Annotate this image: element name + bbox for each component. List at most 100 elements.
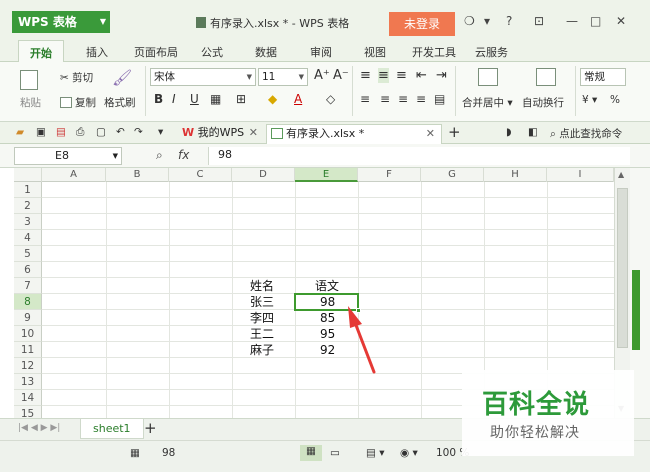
fill-handle[interactable]	[356, 308, 361, 313]
italic-button[interactable]: I	[172, 92, 176, 106]
row-header[interactable]: 3	[14, 214, 42, 230]
column-header[interactable]: A	[42, 168, 106, 182]
tab-insert[interactable]: 插入	[86, 44, 108, 60]
login-button[interactable]: 未登录	[389, 12, 455, 36]
cell-E9[interactable]: 85	[320, 310, 335, 326]
wrap-text-icon[interactable]	[536, 68, 559, 87]
row-header[interactable]: 10	[14, 326, 42, 342]
tab-page-layout[interactable]: 页面布局	[134, 44, 178, 60]
tab-cloud[interactable]: 云服务	[475, 44, 508, 60]
cell-D10[interactable]: 王二	[250, 326, 274, 342]
reading-mode-icon[interactable]: ◉ ▾	[400, 447, 418, 459]
align-middle-icon[interactable]: ≡	[378, 68, 389, 83]
sync-icon[interactable]: ◗	[506, 126, 512, 138]
command-search[interactable]: ⌕ 点此查找命令	[550, 126, 622, 141]
justify-icon[interactable]: ≡	[416, 92, 426, 106]
column-header[interactable]: F	[358, 168, 421, 182]
font-name-select[interactable]: 宋体 ▼	[150, 68, 256, 86]
customize-icon[interactable]: ▾	[158, 126, 163, 138]
align-bottom-icon[interactable]: ≡	[396, 68, 407, 83]
sheet-nav-icons[interactable]: |◀ ◀ ▶ ▶|	[18, 423, 60, 433]
cell-D11[interactable]: 麻子	[250, 342, 274, 358]
column-header[interactable]: G	[421, 168, 484, 182]
row-header[interactable]: 13	[14, 374, 42, 390]
column-header[interactable]: I	[547, 168, 614, 182]
preview-icon[interactable]: ▢	[96, 126, 106, 138]
shirt-icon[interactable]: ▾	[484, 14, 490, 28]
cell-E10[interactable]: 95	[320, 326, 335, 342]
bold-button[interactable]: B	[154, 92, 163, 106]
skin-icon[interactable]: ❍	[464, 14, 475, 28]
pdf-icon[interactable]: ▤	[56, 126, 66, 138]
format-painter-button[interactable]: 格式刷	[104, 95, 136, 110]
maximize-button[interactable]: □	[590, 14, 601, 28]
column-header[interactable]: H	[484, 168, 547, 182]
row-header[interactable]: 5	[14, 246, 42, 262]
fx-icon[interactable]: fx	[178, 148, 189, 162]
clear-format-icon[interactable]: ◇	[326, 92, 335, 106]
merge-center-icon[interactable]	[478, 68, 501, 87]
cell-D7[interactable]: 姓名	[250, 278, 274, 294]
tab-document[interactable]: 有序录入.xlsx * ✕	[266, 124, 442, 144]
sheet-tab[interactable]: sheet1	[80, 419, 144, 439]
scroll-thumb[interactable]	[617, 188, 628, 348]
row-header[interactable]: 14	[14, 390, 42, 406]
zoom-search-icon[interactable]: ⌕	[156, 148, 163, 163]
decrease-font-icon[interactable]: A⁻	[333, 68, 349, 83]
row-header[interactable]: 1	[14, 182, 42, 198]
close-icon[interactable]: ✕	[426, 125, 435, 143]
close-icon[interactable]: ✕	[249, 124, 258, 142]
cell-E11[interactable]: 92	[320, 342, 335, 358]
align-right-icon[interactable]: ≡	[398, 92, 408, 106]
tab-my-wps[interactable]: W 我的WPS ✕	[178, 124, 262, 144]
close-button[interactable]: ✕	[616, 14, 626, 28]
align-center-icon[interactable]: ≡	[380, 92, 390, 106]
select-all-corner[interactable]	[14, 168, 42, 182]
normal-view-icon[interactable]: ▦	[300, 445, 322, 461]
align-left-icon[interactable]: ≡	[360, 92, 370, 106]
cell-border-icon[interactable]: ⊞	[236, 92, 246, 106]
column-header[interactable]: C	[169, 168, 232, 182]
merge-center-button[interactable]: 合并居中 ▾	[462, 95, 513, 110]
collapse-icon[interactable]: ◧	[528, 126, 538, 138]
open-folder-icon[interactable]: ▰	[16, 126, 24, 138]
cell-D8[interactable]: 张三	[250, 294, 274, 310]
tab-data[interactable]: 数据	[255, 44, 277, 60]
copy-button[interactable]: 复制	[60, 95, 96, 110]
side-panel-toggle[interactable]	[632, 270, 640, 350]
minimize-button[interactable]: —	[566, 14, 578, 28]
new-tab-icon[interactable]: +	[448, 123, 461, 141]
tab-view[interactable]: 视图	[364, 44, 386, 60]
print-icon[interactable]: ⎙	[76, 126, 84, 139]
font-color-icon[interactable]: A	[294, 92, 302, 106]
active-cell-selection[interactable]	[294, 293, 361, 313]
restore-ribbon-icon[interactable]: ⊡	[534, 14, 544, 28]
fill-color-icon[interactable]: ◆	[268, 92, 277, 106]
column-header[interactable]: E	[295, 168, 358, 182]
percent-button[interactable]: %	[610, 94, 620, 106]
cut-button[interactable]: ✂ 剪切	[60, 70, 93, 85]
row-header[interactable]: 9	[14, 310, 42, 326]
add-sheet-icon[interactable]: +	[144, 419, 157, 437]
formula-input[interactable]: 98	[208, 147, 630, 165]
help-icon[interactable]: ?	[506, 14, 512, 28]
currency-icon[interactable]: ¥ ▾	[582, 94, 597, 106]
outdent-icon[interactable]: ⇥	[436, 68, 447, 83]
tab-developer[interactable]: 开发工具	[412, 44, 456, 60]
name-box[interactable]: E8 ▼	[14, 147, 122, 165]
font-size-select[interactable]: 11 ▼	[258, 68, 308, 86]
scroll-up-icon[interactable]: ▲	[618, 170, 624, 179]
increase-font-icon[interactable]: A⁺	[314, 68, 330, 83]
tab-formulas[interactable]: 公式	[201, 44, 223, 60]
cell-E7[interactable]: 语文	[315, 278, 339, 294]
borders-icon[interactable]: ▦	[210, 92, 221, 106]
page-break-icon[interactable]: ▤ ▾	[366, 447, 385, 459]
row-header[interactable]: 4	[14, 230, 42, 246]
redo-icon[interactable]: ↷	[134, 126, 143, 138]
row-header[interactable]: 8	[14, 294, 42, 310]
number-format-select[interactable]: 常规	[580, 68, 626, 86]
tab-home[interactable]: 开始	[18, 40, 64, 63]
row-header[interactable]: 15	[14, 406, 42, 418]
align-top-icon[interactable]: ≡	[360, 68, 371, 83]
undo-icon[interactable]: ↶	[116, 126, 125, 138]
